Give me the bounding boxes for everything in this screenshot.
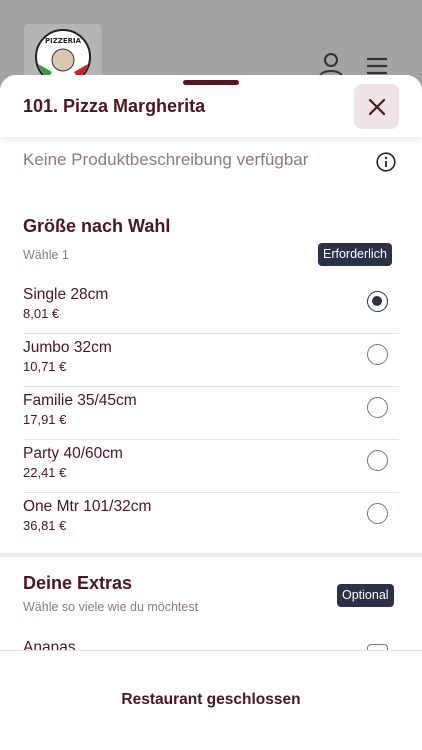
option-price: 17,91 €	[23, 412, 67, 427]
required-badge: Erforderlich	[318, 243, 392, 266]
restaurant-logo: PIZZERIA	[24, 24, 102, 82]
option-name: Party 40/60cm	[23, 445, 123, 462]
radio-button[interactable]	[367, 397, 388, 418]
option-price: 22,41 €	[23, 465, 67, 480]
product-sheet: 101. Pizza Margherita Keine Produktbesch…	[0, 75, 422, 750]
size-option-jumbo[interactable]: Jumbo 32cm 10,71 €	[23, 334, 399, 387]
sheet-header: 101. Pizza Margherita	[0, 75, 422, 137]
optional-badge: Optional	[337, 584, 394, 607]
extras-section-title: Deine Extras	[23, 573, 133, 593]
radio-button-selected[interactable]	[367, 291, 388, 312]
section-divider	[0, 553, 422, 557]
radio-button[interactable]	[367, 450, 388, 471]
size-option-party[interactable]: Party 40/60cm 22,41 €	[23, 440, 399, 493]
option-name: One Mtr 101/32cm	[23, 498, 152, 515]
option-price: 8,01 €	[23, 306, 60, 321]
size-option-familie[interactable]: Familie 35/45cm 17,91 €	[23, 387, 399, 440]
close-button[interactable]	[354, 84, 399, 129]
restaurant-closed-label: Restaurant geschlossen	[121, 691, 301, 708]
option-price: 36,81 €	[23, 518, 67, 533]
product-description: Keine Produktbeschreibung verfügbar	[23, 150, 309, 169]
size-section-title: Größe nach Wahl	[23, 216, 171, 236]
info-icon[interactable]	[376, 152, 396, 177]
sheet-grabber[interactable]	[183, 80, 239, 85]
sheet-content[interactable]: Keine Produktbeschreibung verfügbar Größ…	[0, 137, 422, 650]
close-icon	[368, 98, 385, 115]
product-title: 101. Pizza Margherita	[23, 96, 206, 116]
size-section-subtitle: Wähle 1	[23, 248, 69, 262]
extra-name: Ananas	[23, 639, 76, 650]
size-option-one-mtr[interactable]: One Mtr 101/32cm 36,81 €	[23, 493, 399, 546]
option-name: Single 28cm	[23, 286, 109, 303]
option-name: Familie 35/45cm	[23, 392, 137, 409]
footer-bar: Restaurant geschlossen	[0, 650, 422, 750]
logo-text: PIZZERIA	[45, 37, 82, 45]
size-option-single[interactable]: Single 28cm 8,01 €	[23, 281, 399, 334]
radio-button[interactable]	[367, 344, 388, 365]
radio-button[interactable]	[367, 503, 388, 524]
option-price: 10,71 €	[23, 359, 67, 374]
option-name: Jumbo 32cm	[23, 339, 112, 356]
extra-item-ananas[interactable]: Ananas	[23, 634, 399, 650]
extras-section-subtitle: Wähle so viele wie du möchtest	[23, 600, 199, 614]
